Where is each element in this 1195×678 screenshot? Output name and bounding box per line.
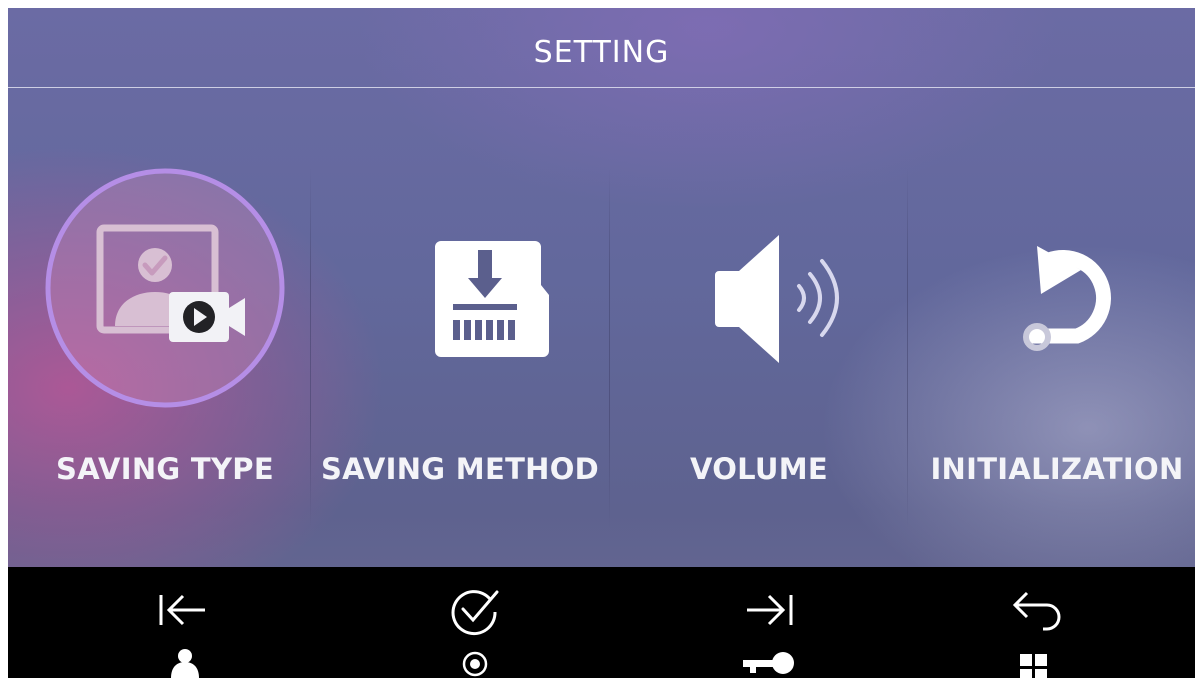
sd-card-download-icon	[340, 168, 580, 408]
menu-item-saving-method[interactable]: SAVING METHOD	[311, 168, 609, 528]
arrow-right-to-bar-icon	[743, 594, 794, 674]
nav-previous-button[interactable]	[125, 567, 245, 678]
bottom-nav-bar	[8, 567, 1195, 678]
reset-icon	[937, 168, 1177, 408]
setting-screen: SETTING SAVING TYPE SAVING METHOD VOLUME…	[8, 8, 1195, 678]
page-title: SETTING	[533, 35, 670, 70]
grid-icon	[1020, 654, 1047, 678]
check-circle-icon	[451, 590, 499, 677]
key-icon	[743, 652, 794, 674]
title-bar: SETTING	[8, 8, 1195, 88]
menu-item-label: VOLUME	[689, 452, 829, 486]
menu-item-initialization[interactable]: INITIALIZATION	[908, 168, 1195, 528]
person-icon	[171, 649, 199, 678]
nav-confirm-button[interactable]	[415, 567, 535, 678]
nav-back-button[interactable]	[973, 567, 1093, 678]
menu-item-label: SAVING TYPE	[56, 452, 274, 486]
nav-next-button[interactable]	[707, 567, 827, 678]
selection-ring	[45, 168, 285, 408]
speaker-icon	[639, 168, 879, 408]
menu-item-label: INITIALIZATION	[930, 452, 1184, 486]
record-dot-icon	[462, 651, 488, 677]
arrow-left-to-bar-icon	[159, 594, 205, 678]
menu-item-label: SAVING METHOD	[320, 452, 600, 486]
back-arrow-icon	[1012, 591, 1061, 678]
saving-type-icon	[45, 168, 285, 408]
menu-item-saving-type[interactable]: SAVING TYPE	[16, 168, 314, 528]
menu-item-volume[interactable]: VOLUME	[610, 168, 908, 528]
